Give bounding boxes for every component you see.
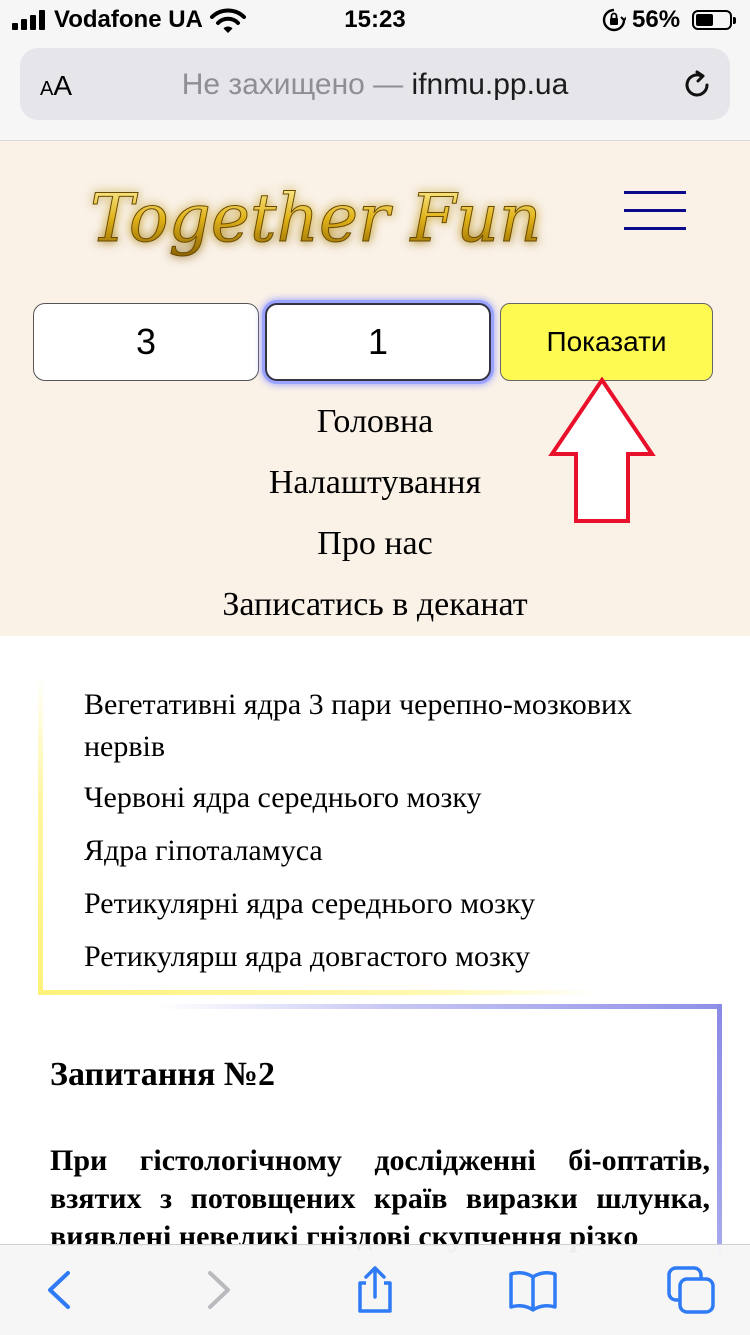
bookmarks-icon[interactable] [508, 1265, 558, 1315]
back-icon[interactable] [36, 1265, 86, 1315]
browser-toolbar [0, 1244, 750, 1335]
question-title: Запитання №2 [50, 1056, 276, 1093]
answer-option[interactable]: Ретикулярні ядра середнього мозку [84, 883, 684, 925]
answer-option[interactable]: Червоні ядра середнього мозку [84, 777, 684, 819]
address-bar[interactable]: AA Не захищено — ifnmu.pp.ua [20, 48, 730, 120]
forward-icon[interactable] [192, 1265, 242, 1315]
nav-link-about[interactable]: Про нас [0, 525, 750, 563]
svg-text:Together Fun: Together Fun [90, 180, 541, 257]
hamburger-menu-icon[interactable] [612, 185, 690, 245]
answer-option[interactable]: Вегетативні ядра 3 пари черепно-мозкових… [84, 684, 684, 768]
nav-link-home[interactable]: Головна [0, 403, 750, 441]
answer-option[interactable]: Ядра гіпоталамуса [84, 830, 684, 872]
site-header: Together Fun Показати Головна Налаштуван… [0, 141, 750, 636]
battery-percentage: 56% [632, 6, 681, 33]
second-number-input[interactable] [265, 303, 491, 381]
battery-icon [692, 10, 736, 30]
status-bar: Vodafone UA 15:23 56% [0, 0, 750, 40]
nav-link-settings[interactable]: Налаштування [0, 464, 750, 502]
url-security-label: Не захищено — [181, 68, 412, 101]
up-arrow-annotation [548, 377, 656, 523]
question-text: При гістологічному дослідженні бі-оптаті… [50, 1144, 710, 1253]
share-icon[interactable] [350, 1265, 400, 1315]
answer-option[interactable]: Ретикулярш ядра довгастого мозку [84, 936, 684, 978]
url-domain: ifnmu.pp.ua [411, 68, 569, 101]
first-number-input[interactable] [33, 303, 259, 381]
tabs-icon[interactable] [666, 1265, 716, 1315]
url-text[interactable]: Не захищено — ifnmu.pp.ua [20, 68, 730, 102]
site-logo[interactable]: Together Fun [82, 161, 558, 271]
rotation-lock-icon [602, 8, 626, 32]
nav-link-dean-signup[interactable]: Записатись в деканат [0, 586, 750, 624]
reload-icon[interactable] [680, 68, 714, 102]
show-button[interactable]: Показати [500, 303, 713, 381]
browser-address-area: AA Не захищено — ifnmu.pp.ua [0, 40, 750, 141]
